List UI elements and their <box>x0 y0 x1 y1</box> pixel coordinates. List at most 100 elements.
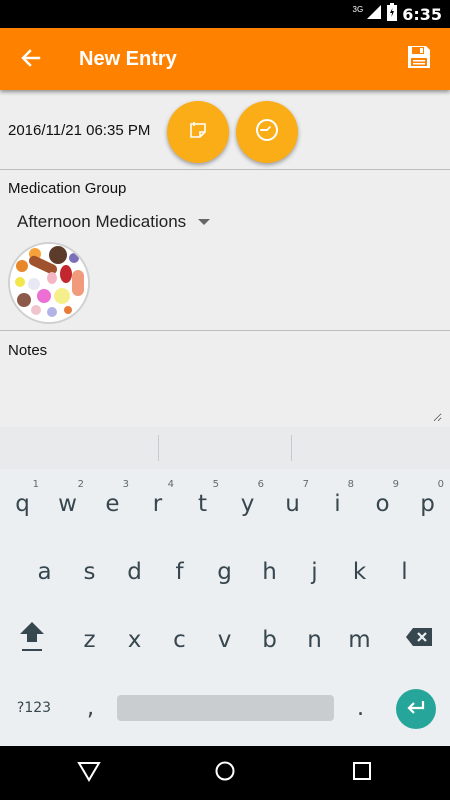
suggestion-slot[interactable] <box>150 427 300 469</box>
pick-time-button[interactable] <box>236 101 298 163</box>
suggestion-slot[interactable] <box>0 427 150 469</box>
app-bar: New Entry <box>0 28 450 90</box>
key-label: d <box>127 559 142 585</box>
key-label: x <box>127 627 142 653</box>
comma-key[interactable]: , <box>68 679 113 737</box>
key-b[interactable]: b <box>247 611 292 669</box>
key-label: g <box>217 559 232 585</box>
key-k[interactable]: k <box>337 543 382 601</box>
key-y[interactable]: y6 <box>225 475 270 533</box>
suggestion-divider <box>291 435 292 461</box>
datetime-row: 2016/11/21 06:35 PM <box>0 92 450 170</box>
notes-label: Notes <box>8 342 48 359</box>
suggestion-slot[interactable] <box>300 427 450 469</box>
key-label: h <box>262 559 277 585</box>
key-hint: 3 <box>122 479 129 490</box>
key-label: p <box>420 491 435 517</box>
symbols-key[interactable]: ?123 <box>6 679 62 737</box>
pills-icon <box>10 244 88 322</box>
calendar-icon <box>189 121 207 144</box>
page-title: New Entry <box>79 48 177 70</box>
medication-group-dropdown[interactable]: Afternoon Medications <box>17 208 211 236</box>
key-o[interactable]: o9 <box>360 475 405 533</box>
key-w[interactable]: w2 <box>45 475 90 533</box>
key-q[interactable]: q1 <box>0 475 45 533</box>
key-h[interactable]: h <box>247 543 292 601</box>
key-j[interactable]: j <box>292 543 337 601</box>
key-label: o <box>375 491 390 517</box>
key-label: q <box>15 491 30 517</box>
save-button[interactable] <box>400 40 438 78</box>
key-n[interactable]: n <box>292 611 337 669</box>
key-m[interactable]: m <box>337 611 382 669</box>
key-v[interactable]: v <box>202 611 247 669</box>
keyboard: q1 w2 e3 r4 t5 y6 u7 i8 o9 p0 a s d f g … <box>0 469 450 746</box>
key-t[interactable]: t5 <box>180 475 225 533</box>
nav-home-icon <box>214 760 236 787</box>
enter-key[interactable] <box>396 689 436 729</box>
status-bar: 3G 6:35 <box>0 0 450 28</box>
nav-back-button[interactable] <box>74 758 104 788</box>
shift-key[interactable] <box>9 611 54 669</box>
key-l[interactable]: l <box>382 543 427 601</box>
arrow-left-icon <box>21 48 41 73</box>
status-time: 6:35 <box>402 4 442 24</box>
key-label: w <box>58 491 77 517</box>
navigation-bar <box>0 746 450 800</box>
key-c[interactable]: c <box>157 611 202 669</box>
key-label: y <box>240 491 255 517</box>
key-label: r <box>152 491 163 517</box>
key-s[interactable]: s <box>67 543 112 601</box>
datetime-value: 2016/11/21 06:35 PM <box>8 122 151 139</box>
medication-section: Medication Group Afternoon Medications <box>0 170 450 331</box>
key-hint: 8 <box>347 479 354 490</box>
key-d[interactable]: d <box>112 543 157 601</box>
clock-icon <box>255 118 279 147</box>
back-button[interactable] <box>14 43 48 77</box>
key-label: j <box>311 559 318 585</box>
key-label: v <box>217 627 232 653</box>
backspace-key[interactable] <box>396 611 441 669</box>
key-label: a <box>37 559 52 585</box>
medication-group-value: Afternoon Medications <box>17 212 187 231</box>
key-label: b <box>262 627 277 653</box>
pick-date-button[interactable] <box>167 101 229 163</box>
key-label: l <box>401 559 408 585</box>
key-e[interactable]: e3 <box>90 475 135 533</box>
nav-recents-button[interactable] <box>347 758 377 788</box>
key-z[interactable]: z <box>67 611 112 669</box>
key-f[interactable]: f <box>157 543 202 601</box>
notes-input[interactable] <box>8 362 442 422</box>
suggestion-strip <box>0 427 450 469</box>
signal-icon <box>366 4 382 25</box>
key-hint: 6 <box>257 479 264 490</box>
space-key[interactable] <box>117 695 334 721</box>
key-a[interactable]: a <box>22 543 67 601</box>
key-label: z <box>83 627 96 653</box>
nav-back-icon <box>77 760 101 787</box>
medication-group-label: Medication Group <box>8 180 127 197</box>
key-i[interactable]: i8 <box>315 475 360 533</box>
key-label: c <box>173 627 186 653</box>
period-key[interactable]: . <box>338 679 383 737</box>
shift-icon <box>19 620 45 660</box>
key-label: s <box>83 559 96 585</box>
key-label: k <box>352 559 367 585</box>
medication-image[interactable] <box>8 242 90 324</box>
key-hint: 0 <box>437 479 444 490</box>
key-x[interactable]: x <box>112 611 157 669</box>
key-g[interactable]: g <box>202 543 247 601</box>
suggestion-divider <box>158 435 159 461</box>
network-type: 3G <box>352 4 364 14</box>
key-hint: 5 <box>212 479 219 490</box>
nav-home-button[interactable] <box>210 758 240 788</box>
key-label: u <box>285 491 300 517</box>
backspace-icon <box>405 627 433 653</box>
status-icons: 3G 6:35 <box>352 2 442 25</box>
key-r[interactable]: r4 <box>135 475 180 533</box>
key-u[interactable]: u7 <box>270 475 315 533</box>
key-label: e <box>105 491 120 517</box>
key-p[interactable]: p0 <box>405 475 450 533</box>
dropdown-arrow-icon <box>198 219 211 225</box>
key-label: n <box>307 627 322 653</box>
